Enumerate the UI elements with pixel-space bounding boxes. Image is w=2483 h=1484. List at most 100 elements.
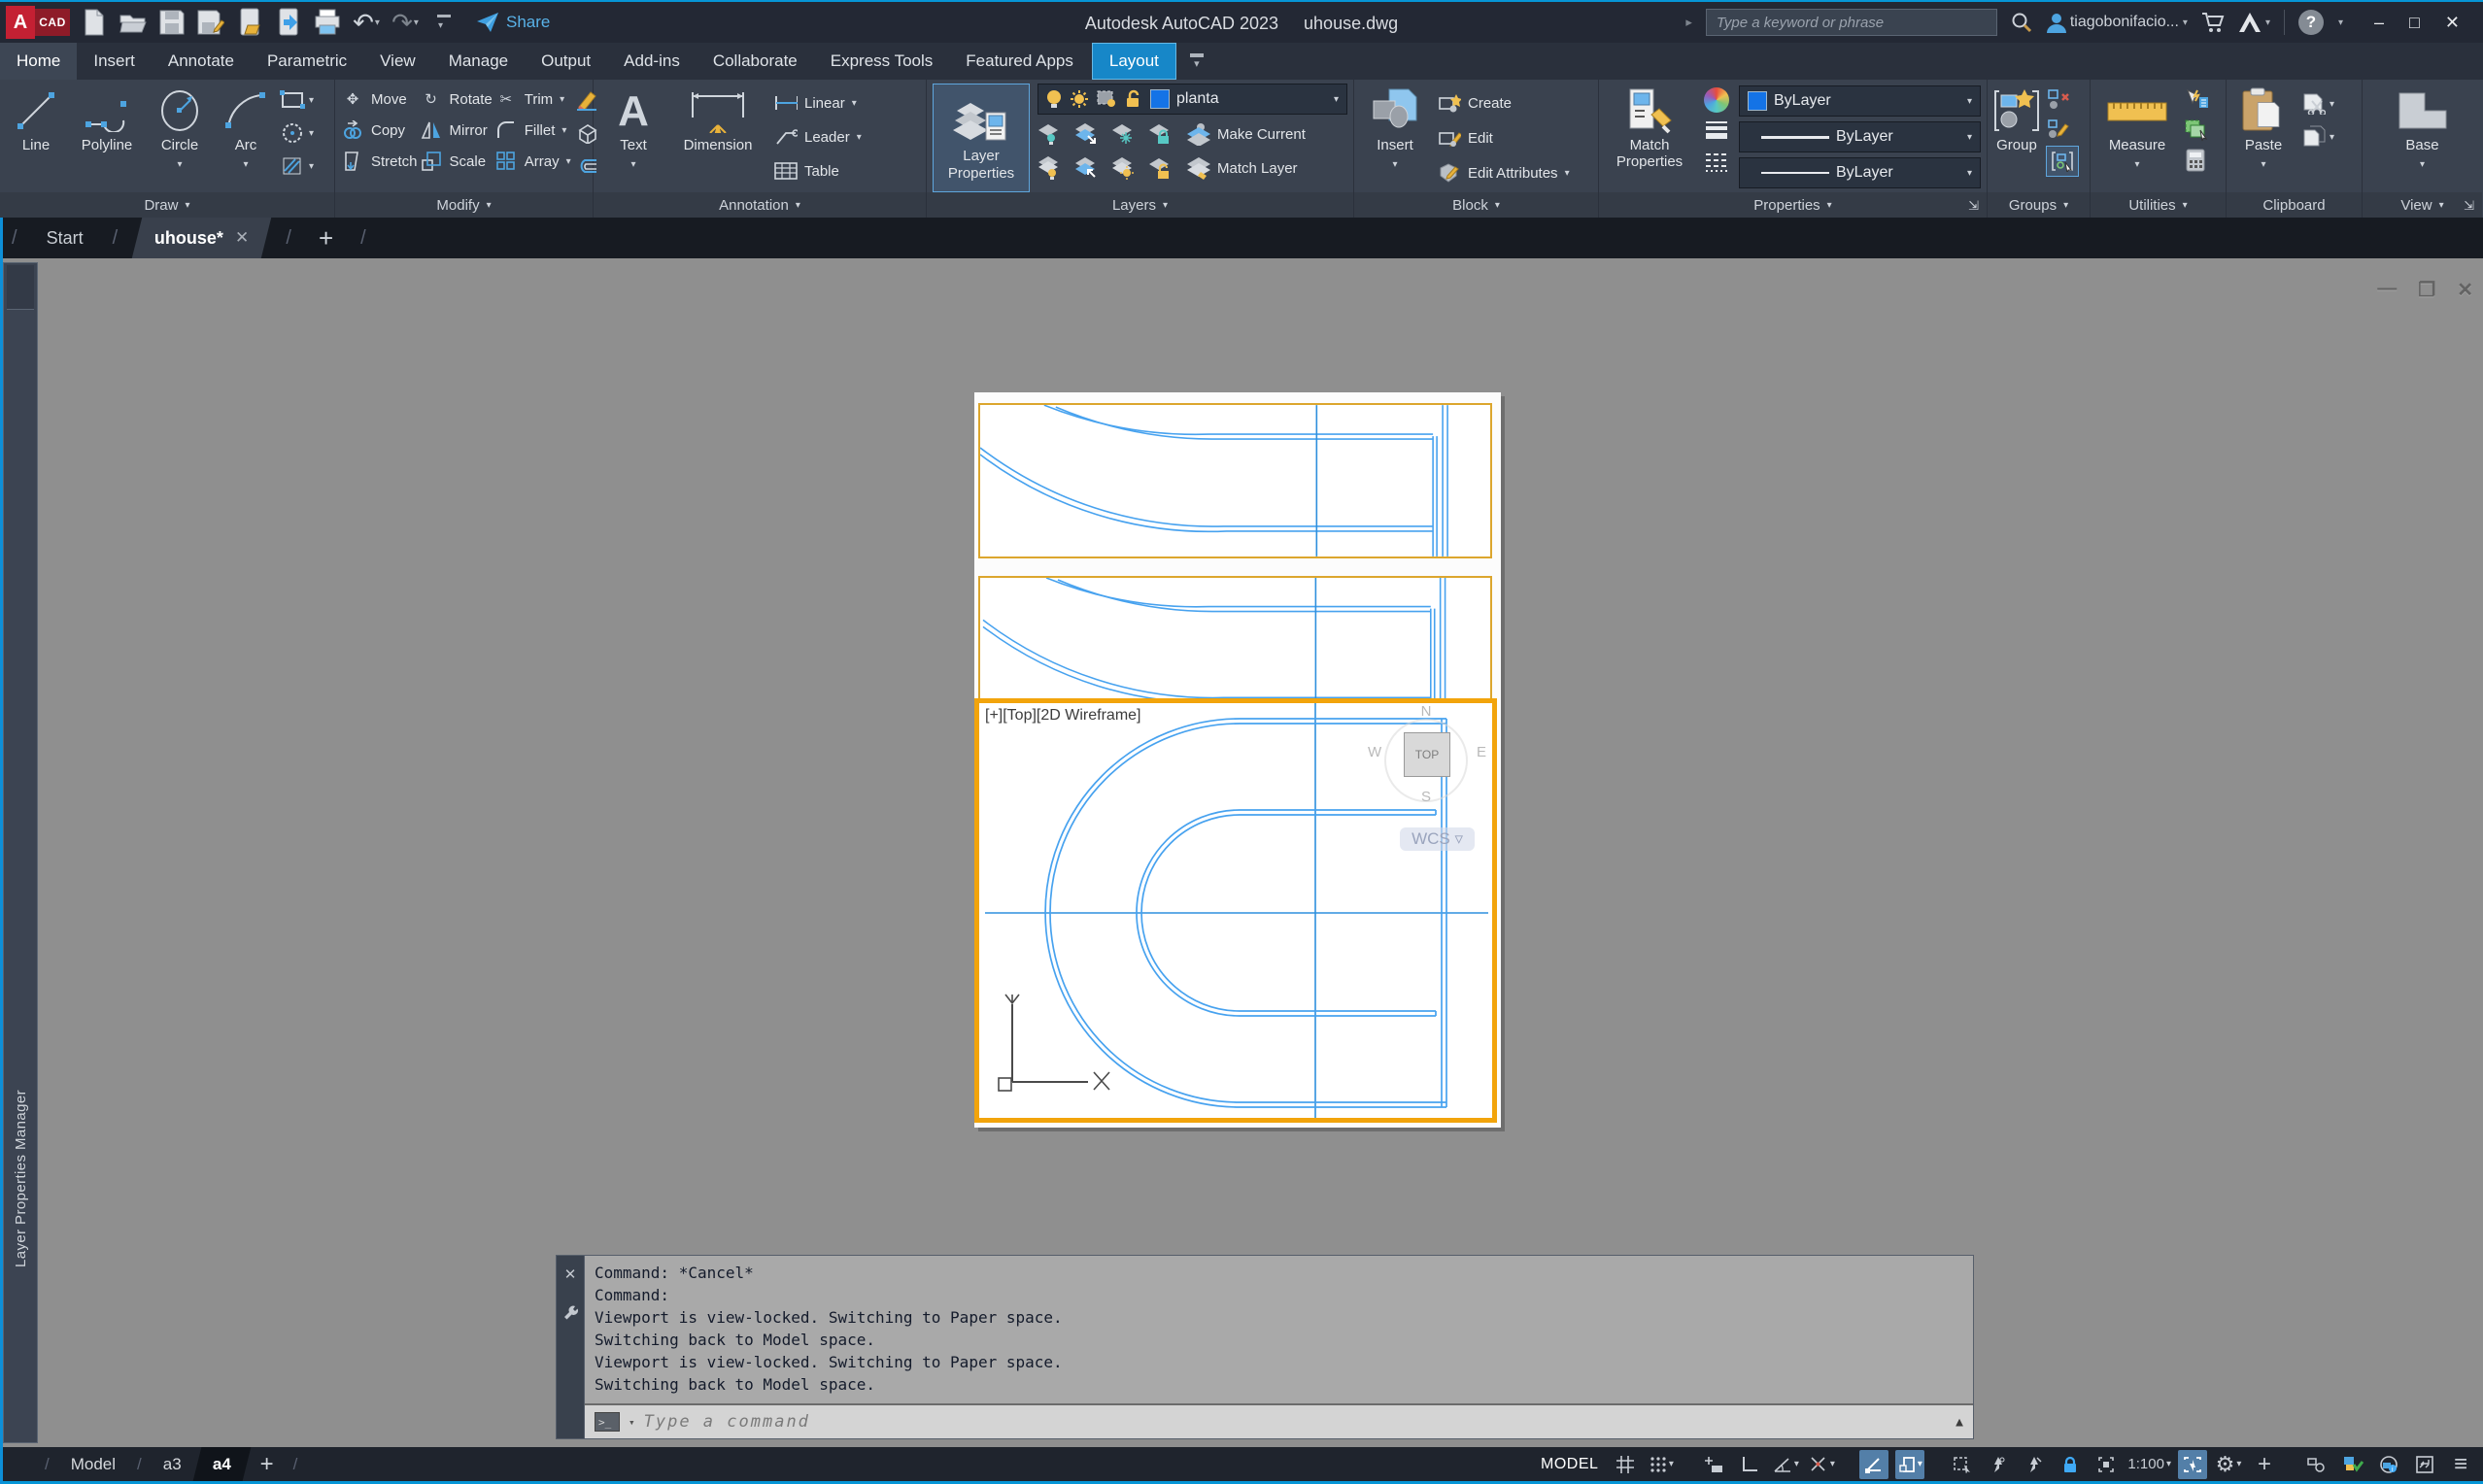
panel-label-utilities[interactable]: Utilities▾ <box>2091 192 2226 218</box>
signed-in-user[interactable]: tiagobonifacio... ▾ <box>2046 12 2188 33</box>
open-from-web-mobile-icon[interactable] <box>235 8 264 37</box>
tab-parametric[interactable]: Parametric <box>251 43 363 80</box>
command-input-row[interactable]: >_ ▾ Type a command ▲ <box>585 1403 1973 1438</box>
layer-properties-manager-palette[interactable]: Layer Properties Manager <box>3 262 38 1443</box>
search-icon[interactable] <box>2011 12 2032 33</box>
arc-button[interactable]: Arc▾ <box>218 84 274 173</box>
insert-button[interactable]: Insert▾ <box>1364 84 1426 173</box>
viewcube-south[interactable]: S <box>1372 789 1480 805</box>
make-current-button[interactable]: Make Current <box>1185 121 1306 147</box>
dynamic-input-icon[interactable] <box>1699 1450 1728 1479</box>
panel-label-clipboard[interactable]: Clipboard <box>2227 192 2362 218</box>
unisolate-layers-icon[interactable] <box>1074 156 1098 180</box>
recent-commands-caret-icon[interactable]: ▾ <box>629 1416 635 1429</box>
group-button[interactable]: Group <box>1991 84 2042 153</box>
undo-icon[interactable]: ↶▾ <box>352 8 381 37</box>
app-store-cart-icon[interactable] <box>2201 12 2225 33</box>
customize-qat-icon[interactable]: ▾ <box>429 8 459 37</box>
customization-gear-icon[interactable]: ⚙▾ <box>2214 1450 2243 1479</box>
match-properties-button[interactable]: Match Properties <box>1605 84 1694 170</box>
palette-header[interactable] <box>7 265 34 310</box>
viewport-active[interactable]: [+][Top][2D Wireframe] N W E S TOP WCS ▿ <box>974 698 1497 1123</box>
layout-tab-a3[interactable]: a3 <box>148 1447 197 1481</box>
group-selection-toggle[interactable] <box>2046 146 2079 177</box>
object-snap-icon[interactable] <box>1859 1450 1888 1479</box>
panel-label-draw[interactable]: Draw▾ <box>0 192 334 218</box>
ungroup-button[interactable] <box>2046 87 2079 113</box>
match-layer-button[interactable]: Match Layer <box>1185 155 1298 181</box>
new-file-icon[interactable] <box>80 8 109 37</box>
file-tab-start[interactable]: Start <box>29 218 101 258</box>
table-button[interactable]: Table <box>774 155 862 186</box>
quick-select-button[interactable] <box>2184 87 2209 113</box>
tab-insert[interactable]: Insert <box>77 43 152 80</box>
tab-manage[interactable]: Manage <box>432 43 525 80</box>
properties-expander-icon[interactable]: ⇲ <box>1968 198 1979 214</box>
layer-properties-button[interactable]: Layer Properties <box>933 84 1030 192</box>
trim-button[interactable]: ✂Trim▾ <box>494 84 571 115</box>
doc-restore-icon[interactable]: ❐ <box>2418 278 2435 302</box>
edit-block-button[interactable]: Edit <box>1438 122 1570 153</box>
command-wrench-icon[interactable] <box>562 1304 578 1320</box>
object-color-icon[interactable] <box>1704 87 1729 113</box>
autocad-logo-icon[interactable]: A CAD <box>6 6 70 39</box>
file-tab-uhouse[interactable]: uhouse* ✕ <box>132 218 272 258</box>
linetype-select[interactable]: ByLayer▾ <box>1739 157 1981 188</box>
annotation-visibility-icon[interactable] <box>1984 1450 2013 1479</box>
wcs-dropdown[interactable]: WCS ▿ <box>1400 827 1475 851</box>
paste-button[interactable]: Paste▾ <box>2234 84 2293 173</box>
maximize-button[interactable]: □ <box>2409 13 2420 33</box>
scale-button[interactable]: Scale <box>420 146 493 177</box>
annotation-autoscale-icon[interactable] <box>2020 1450 2049 1479</box>
autodesk-app-icon[interactable]: ▾ <box>2238 12 2270 33</box>
panel-label-view[interactable]: View▾⇲ <box>2363 192 2482 218</box>
viewcube-east[interactable]: E <box>1477 744 1486 760</box>
array-button[interactable]: Array▾ <box>494 146 571 177</box>
annotation-objects-icon[interactable]: ▾ <box>1895 1450 1924 1479</box>
view-expander-icon[interactable]: ⇲ <box>2464 198 2474 214</box>
viewcube-top-face[interactable]: TOP <box>1404 732 1450 777</box>
line-button[interactable]: Line <box>6 84 66 153</box>
tab-home[interactable]: Home <box>0 43 77 80</box>
panel-label-layers[interactable]: Layers▾ <box>927 192 1353 218</box>
edit-attributes-button[interactable]: Edit Attributes▾ <box>1438 157 1570 188</box>
layer-freeze-icon[interactable] <box>1111 122 1135 146</box>
lineweight-icon[interactable] <box>1704 118 1729 144</box>
tab-express-tools[interactable]: Express Tools <box>814 43 950 80</box>
new-layout-button[interactable]: + <box>247 1451 288 1478</box>
file-tab-close-icon[interactable]: ✕ <box>235 228 249 248</box>
cut-button[interactable]: ▾ <box>2302 91 2334 117</box>
ellipse-button[interactable]: ▾ <box>280 120 314 146</box>
workspace-switching-icon[interactable] <box>2178 1450 2207 1479</box>
layer-off-icon[interactable] <box>1037 122 1061 146</box>
create-block-button[interactable]: Create <box>1438 87 1570 118</box>
help-icon[interactable]: ? <box>2298 10 2324 35</box>
save-to-web-mobile-icon[interactable] <box>274 8 303 37</box>
layout-tab-model[interactable]: Model <box>55 1447 131 1481</box>
doc-close-icon[interactable]: ✕ <box>2457 278 2473 302</box>
quick-calculator-button[interactable] <box>2184 148 2209 173</box>
linetype-icon[interactable] <box>1704 150 1729 175</box>
search-input[interactable] <box>1706 9 1997 36</box>
fillet-button[interactable]: Fillet▾ <box>494 115 571 146</box>
layer-isolate-icon[interactable] <box>1074 122 1098 146</box>
share-button[interactable]: Share <box>476 12 550 33</box>
ribbon-display-options-icon[interactable]: ▾ <box>1176 43 1217 80</box>
layout-tab-a4[interactable]: a4 <box>192 1447 251 1481</box>
thaw-all-layers-icon[interactable] <box>1111 156 1135 180</box>
redo-icon[interactable]: ↷▾ <box>391 8 420 37</box>
drawing-area[interactable]: Layer Properties Manager — ❐ ✕ [+][Top][… <box>0 258 2483 1447</box>
hardware-info-icon[interactable]: i <box>2374 1450 2403 1479</box>
command-expand-icon[interactable]: ▲ <box>1956 1415 1963 1430</box>
move-button[interactable]: ✥Move <box>341 84 418 115</box>
viewport-top[interactable] <box>978 403 1492 558</box>
layer-select[interactable]: planta ▾ <box>1037 84 1347 115</box>
command-prompt-icon[interactable]: >_ <box>595 1412 620 1432</box>
dimension-button[interactable]: Dimension <box>671 84 765 153</box>
panel-label-properties[interactable]: Properties▾⇲ <box>1599 192 1987 218</box>
plot-icon[interactable] <box>313 8 342 37</box>
model-space-toggle[interactable]: MODEL <box>1541 1456 1598 1473</box>
turn-all-layers-on-icon[interactable] <box>1037 156 1061 180</box>
rotate-button[interactable]: ↻Rotate <box>420 84 493 115</box>
tab-annotate[interactable]: Annotate <box>152 43 251 80</box>
